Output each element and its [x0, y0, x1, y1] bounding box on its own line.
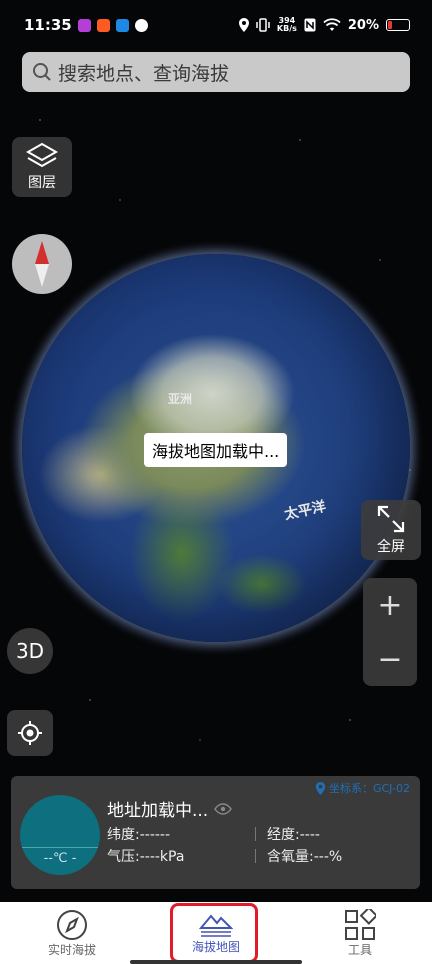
temperature-badge: --℃ - — [20, 795, 100, 875]
address-text: 地址加载中... — [107, 801, 209, 821]
net-speed-unit: KB/s — [276, 24, 297, 33]
vibrate-icon — [256, 18, 270, 32]
nav-label: 海拔地图 — [191, 939, 240, 954]
status-right: 394 KB/s 20% — [238, 17, 410, 33]
fullscreen-button[interactable]: 全屏 — [361, 500, 421, 560]
net-speed: 394 KB/s — [277, 17, 297, 33]
3d-toggle-button[interactable]: 3D — [7, 628, 53, 674]
status-time: 11:35 — [24, 16, 72, 34]
divider — [255, 849, 256, 863]
bottom-navigation: 实时海拔 海拔地图 工具 — [0, 902, 432, 964]
nav-label: 实时海拔 — [47, 942, 96, 957]
home-indicator[interactable] — [130, 960, 302, 964]
zoom-control: + − — [363, 578, 417, 686]
battery-icon — [386, 19, 410, 31]
mountain-icon — [199, 913, 233, 937]
location-info-card: 坐标系：GCJ-02 --℃ - 地址加载中... 纬度:------ 经度:-… — [11, 776, 420, 889]
coord-system-label: 坐标系：GCJ-02 — [328, 782, 410, 795]
notification-app-icon — [77, 18, 91, 32]
notification-app-icon — [96, 18, 110, 32]
address-row: 地址加载中... — [107, 796, 233, 821]
compass-button[interactable] — [12, 234, 72, 294]
notification-app-icon — [115, 18, 129, 32]
eye-icon[interactable] — [214, 802, 233, 815]
coord-system[interactable]: 坐标系：GCJ-02 — [315, 780, 410, 796]
wifi-icon — [323, 18, 341, 31]
loading-toast: 海拔地图加载中... — [144, 433, 288, 467]
status-left: 11:35 — [24, 16, 148, 34]
search-placeholder: 搜索地点、查询海拔 — [58, 62, 230, 85]
search-bar[interactable]: 搜索地点、查询海拔 — [22, 52, 410, 92]
battery-level — [388, 21, 392, 29]
compass-needle-icon — [35, 241, 49, 287]
divider — [255, 827, 256, 841]
map-pin-icon — [315, 781, 326, 795]
layers-button[interactable]: 图层 — [12, 137, 72, 197]
longitude-value: 经度:---- — [267, 827, 320, 843]
nfc-icon — [304, 18, 316, 32]
zoom-in-button[interactable]: + — [363, 578, 417, 632]
layers-label: 图层 — [28, 175, 56, 191]
temperature-divider — [20, 847, 100, 848]
temperature-value: --℃ - — [43, 851, 77, 866]
map-label-asia: 亚洲 — [168, 392, 193, 406]
pressure-value: 气压:----kPa — [107, 849, 185, 865]
status-bar: 11:35 394 KB/s 20% — [0, 0, 432, 50]
nav-item-tools[interactable]: 工具 — [288, 902, 432, 964]
zoom-out-button[interactable]: − — [363, 632, 417, 686]
fullscreen-label: 全屏 — [377, 539, 405, 555]
location-icon — [238, 18, 249, 32]
compass-icon — [57, 909, 87, 940]
notification-app-icon — [134, 18, 148, 32]
latitude-value: 纬度:------ — [107, 827, 171, 843]
crosshair-icon — [18, 721, 42, 745]
grid-apps-icon — [345, 908, 376, 940]
nav-label: 工具 — [347, 942, 372, 957]
oxygen-value: 含氧量:---% — [267, 849, 343, 865]
expand-icon — [377, 505, 405, 533]
locate-button[interactable] — [7, 710, 53, 756]
search-icon — [33, 63, 51, 81]
battery-percent: 20% — [347, 17, 379, 33]
nav-item-altitude-map[interactable]: 海拔地图 — [144, 902, 288, 964]
nav-item-realtime-altitude[interactable]: 实时海拔 — [0, 902, 144, 964]
layers-icon — [25, 142, 59, 168]
